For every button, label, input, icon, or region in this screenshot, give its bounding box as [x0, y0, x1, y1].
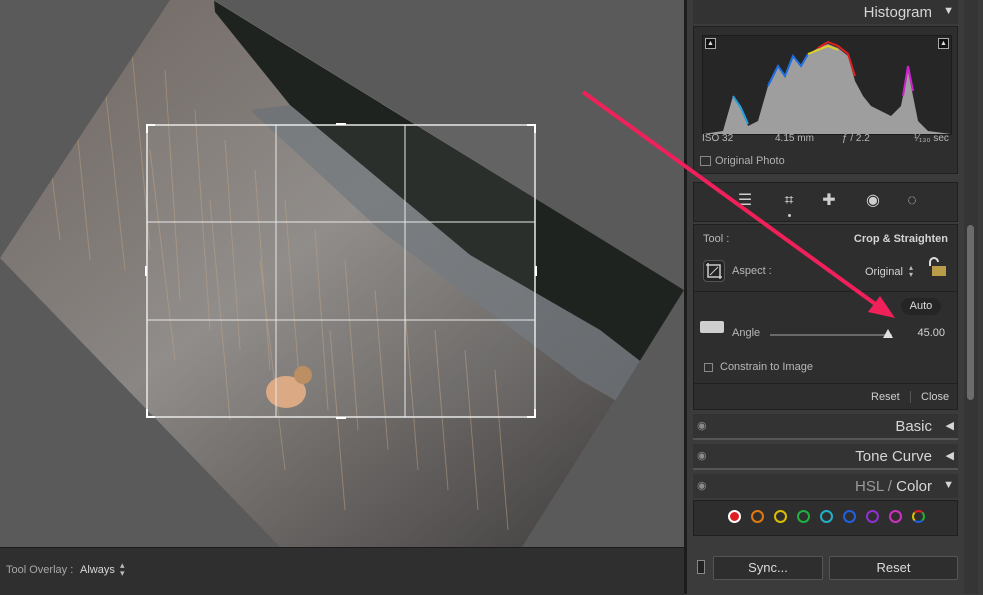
aspect-label: Aspect : [732, 265, 772, 277]
collapse-triangle-icon[interactable]: ▼ [943, 479, 954, 491]
mask-icon[interactable]: ◌ [901, 190, 923, 212]
tool-overlay-select[interactable]: Always [80, 564, 115, 576]
green-swatch[interactable] [797, 510, 810, 523]
histogram-box: ▲ ▲ ISO 32 4.15 mm ƒ / 2.2 ¹⁄₁₃₀ sec Ori… [693, 26, 958, 174]
all-colors-swatch[interactable] [912, 510, 925, 523]
heal-icon[interactable]: ✚ [818, 190, 840, 212]
shutter-value: ¹⁄₁₃₀ sec [914, 133, 949, 144]
slash-separator: / [883, 478, 897, 495]
blue-swatch[interactable] [843, 510, 856, 523]
eye-icon[interactable]: ◉ [697, 479, 707, 492]
button-separator [910, 391, 911, 403]
tool-value: Crop & Straighten [853, 233, 948, 245]
close-crop-button[interactable]: Close [921, 391, 949, 403]
histogram-header[interactable]: Histogram ▼ [693, 0, 958, 24]
original-photo-icon [700, 156, 711, 167]
sliders-icon[interactable]: ☰ [734, 190, 756, 212]
sync-button[interactable]: Sync... [713, 556, 823, 580]
aqua-swatch[interactable] [820, 510, 833, 523]
tone-curve-header[interactable]: ◉ Tone Curve ◀ [693, 444, 958, 468]
photo-canvas[interactable] [0, 0, 684, 547]
angle-label: Angle [732, 327, 761, 339]
color-swatches-row [693, 500, 958, 536]
active-tool-dot [788, 214, 791, 217]
tool-label: Tool : [703, 233, 730, 245]
crop-icon[interactable]: ⌗ [778, 190, 800, 212]
hsl-tab[interactable]: HSL [855, 478, 884, 495]
angle-slider-thumb[interactable] [883, 329, 894, 338]
color-tab[interactable]: Color [896, 478, 932, 495]
orange-swatch[interactable] [751, 510, 764, 523]
hsl-color-title: HSL / Color [855, 478, 932, 495]
row-divider [694, 291, 957, 292]
aspect-select[interactable]: Original [865, 266, 903, 278]
crop-overlay[interactable] [145, 123, 537, 419]
iso-value: ISO 32 [702, 133, 734, 144]
section-divider [693, 468, 958, 470]
basic-header[interactable]: ◉ Basic ◀ [693, 414, 958, 438]
crop-panel: Tool : Crop & Straighten Aspect : Origin… [693, 224, 958, 410]
histogram-title: Histogram [863, 4, 932, 21]
angle-value[interactable]: 45.00 [917, 327, 945, 339]
sync-toggle-icon[interactable] [697, 560, 705, 574]
angle-slider-track[interactable] [770, 334, 892, 336]
red-swatch[interactable] [728, 510, 741, 523]
tool-strip: ☰ ⌗ ✚ ◉ ◌ [693, 182, 958, 222]
reset-crop-button[interactable]: Reset [871, 391, 900, 403]
highlight-clipping-icon[interactable]: ▲ [938, 38, 949, 49]
expand-triangle-icon[interactable]: ◀ [946, 419, 954, 432]
purple-swatch[interactable] [866, 510, 879, 523]
basic-title: Basic [895, 418, 932, 435]
eye-icon[interactable]: ◉ [697, 449, 707, 462]
magenta-swatch[interactable] [889, 510, 902, 523]
tone-curve-title: Tone Curve [855, 448, 932, 465]
histogram-graph[interactable]: ▲ ▲ [702, 35, 952, 135]
section-divider [693, 438, 958, 440]
expand-triangle-icon[interactable]: ◀ [946, 449, 954, 462]
shadow-clipping-icon[interactable]: ▲ [705, 38, 716, 49]
reset-button[interactable]: Reset [829, 556, 958, 580]
yellow-swatch[interactable] [774, 510, 787, 523]
level-ruler-icon[interactable] [700, 321, 724, 333]
bottom-buttons: Sync... Reset [693, 552, 958, 582]
auto-button[interactable]: Auto [901, 298, 941, 315]
original-photo-toggle[interactable]: Original Photo [700, 155, 785, 167]
lock-icon[interactable] [926, 256, 948, 278]
aperture-value: ƒ / 2.2 [842, 133, 870, 144]
redeye-icon[interactable]: ◉ [862, 190, 884, 212]
updown-arrows-icon[interactable]: ▴ ▾ [120, 561, 125, 578]
original-photo-label: Original Photo [715, 155, 785, 167]
collapse-triangle-icon[interactable]: ▼ [943, 5, 954, 17]
develop-right-panel: Histogram ▼ ▲ ▲ ISO 32 4.15 mm ƒ / 2.2 ¹… [687, 0, 983, 594]
eye-icon[interactable]: ◉ [697, 419, 707, 432]
hsl-color-header[interactable]: ◉ HSL / Color ▼ [693, 474, 958, 498]
constrain-checkbox[interactable] [704, 363, 713, 372]
focal-length-value: 4.15 mm [775, 133, 814, 144]
tool-overlay-label: Tool Overlay : [6, 564, 74, 576]
rotated-photo[interactable] [0, 0, 684, 547]
bottom-toolbar: Tool Overlay : Always ▴ ▾ [0, 547, 684, 595]
scrollbar-thumb[interactable] [967, 225, 974, 400]
constrain-label: Constrain to Image [720, 361, 813, 373]
updown-arrows-icon[interactable]: ▴ ▾ [909, 264, 913, 279]
crop-frame-icon[interactable] [703, 260, 725, 282]
crop-footer-divider [694, 383, 957, 384]
